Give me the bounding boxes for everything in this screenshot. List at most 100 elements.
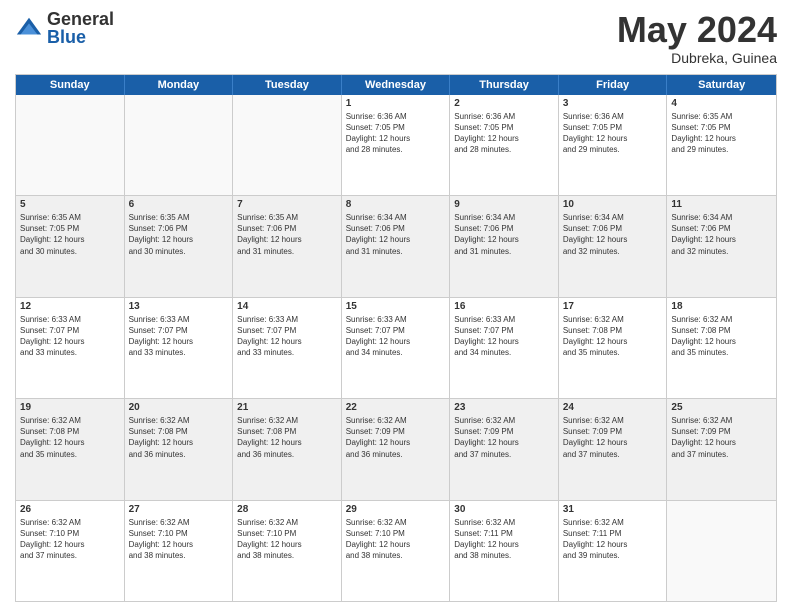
day-details: Sunrise: 6:34 AM Sunset: 7:06 PM Dayligh…	[454, 212, 554, 257]
calendar-cell: 24 Sunrise: 6:32 AM Sunset: 7:09 PM Dayli…	[559, 399, 668, 499]
calendar-cell: 11 Sunrise: 6:34 AM Sunset: 7:06 PM Dayli…	[667, 196, 776, 296]
calendar-cell: 31 Sunrise: 6:32 AM Sunset: 7:11 PM Dayli…	[559, 501, 668, 601]
day-number: 12	[20, 301, 120, 312]
day-number: 6	[129, 199, 229, 210]
day-number: 4	[671, 98, 772, 109]
calendar-cell: 16 Sunrise: 6:33 AM Sunset: 7:07 PM Dayli…	[450, 298, 559, 398]
day-number: 30	[454, 504, 554, 515]
calendar-row: 12 Sunrise: 6:33 AM Sunset: 7:07 PM Dayli…	[16, 298, 776, 399]
page: General Blue May 2024 Dubreka, Guinea Su…	[0, 0, 792, 612]
calendar-cell: 1Sunrise: 6:36 AM Sunset: 7:05 PM Daylig…	[342, 95, 451, 195]
day-number: 17	[563, 301, 663, 312]
day-details: Sunrise: 6:33 AM Sunset: 7:07 PM Dayligh…	[454, 314, 554, 359]
day-number: 13	[129, 301, 229, 312]
calendar-cell: 8 Sunrise: 6:34 AM Sunset: 7:06 PM Daylig…	[342, 196, 451, 296]
calendar: SundayMondayTuesdayWednesdayThursdayFrid…	[15, 74, 777, 602]
day-number: 31	[563, 504, 663, 515]
day-number: 16	[454, 301, 554, 312]
calendar-cell: 12 Sunrise: 6:33 AM Sunset: 7:07 PM Dayli…	[16, 298, 125, 398]
day-details: Sunrise: 6:32 AM Sunset: 7:10 PM Dayligh…	[346, 517, 446, 562]
day-details: Sunrise: 6:32 AM Sunset: 7:08 PM Dayligh…	[237, 415, 337, 460]
day-details: Sunrise: 6:32 AM Sunset: 7:08 PM Dayligh…	[129, 415, 229, 460]
month-title: May 2024	[617, 10, 777, 50]
calendar-row: 26 Sunrise: 6:32 AM Sunset: 7:10 PM Dayli…	[16, 501, 776, 601]
header-day: Wednesday	[342, 75, 451, 95]
day-number: 14	[237, 301, 337, 312]
calendar-cell: 25 Sunrise: 6:32 AM Sunset: 7:09 PM Dayli…	[667, 399, 776, 499]
day-details: Sunrise: 6:34 AM Sunset: 7:06 PM Dayligh…	[346, 212, 446, 257]
day-number: 1	[346, 98, 446, 109]
calendar-cell: 2Sunrise: 6:36 AM Sunset: 7:05 PM Daylig…	[450, 95, 559, 195]
calendar-cell: 3Sunrise: 6:36 AM Sunset: 7:05 PM Daylig…	[559, 95, 668, 195]
day-number: 22	[346, 402, 446, 413]
day-details: Sunrise: 6:32 AM Sunset: 7:10 PM Dayligh…	[129, 517, 229, 562]
day-number: 26	[20, 504, 120, 515]
day-details: Sunrise: 6:35 AM Sunset: 7:05 PM Dayligh…	[20, 212, 120, 257]
day-details: Sunrise: 6:33 AM Sunset: 7:07 PM Dayligh…	[237, 314, 337, 359]
day-details: Sunrise: 6:35 AM Sunset: 7:06 PM Dayligh…	[129, 212, 229, 257]
day-details: Sunrise: 6:32 AM Sunset: 7:08 PM Dayligh…	[563, 314, 663, 359]
day-number: 23	[454, 402, 554, 413]
calendar-cell: 5 Sunrise: 6:35 AM Sunset: 7:05 PM Daylig…	[16, 196, 125, 296]
calendar-cell: 9 Sunrise: 6:34 AM Sunset: 7:06 PM Daylig…	[450, 196, 559, 296]
day-details: Sunrise: 6:32 AM Sunset: 7:11 PM Dayligh…	[454, 517, 554, 562]
day-details: Sunrise: 6:33 AM Sunset: 7:07 PM Dayligh…	[129, 314, 229, 359]
day-number: 7	[237, 199, 337, 210]
calendar-row: 5 Sunrise: 6:35 AM Sunset: 7:05 PM Daylig…	[16, 196, 776, 297]
day-details: Sunrise: 6:32 AM Sunset: 7:08 PM Dayligh…	[671, 314, 772, 359]
logo-general: General	[47, 10, 114, 28]
calendar-cell: 26Sunrise: 6:32 AM Sunset: 7:10 PM Dayli…	[16, 501, 125, 601]
calendar-cell: 4Sunrise: 6:35 AM Sunset: 7:05 PM Daylig…	[667, 95, 776, 195]
calendar-cell: 18 Sunrise: 6:32 AM Sunset: 7:08 PM Dayli…	[667, 298, 776, 398]
day-number: 15	[346, 301, 446, 312]
header: General Blue May 2024 Dubreka, Guinea	[15, 10, 777, 66]
day-details: Sunrise: 6:32 AM Sunset: 7:10 PM Dayligh…	[237, 517, 337, 562]
header-day: Thursday	[450, 75, 559, 95]
calendar-cell: 22 Sunrise: 6:32 AM Sunset: 7:09 PM Dayli…	[342, 399, 451, 499]
calendar-cell	[16, 95, 125, 195]
calendar-cell	[233, 95, 342, 195]
day-details: Sunrise: 6:32 AM Sunset: 7:09 PM Dayligh…	[671, 415, 772, 460]
header-day: Friday	[559, 75, 668, 95]
calendar-cell: 15 Sunrise: 6:33 AM Sunset: 7:07 PM Dayli…	[342, 298, 451, 398]
day-number: 20	[129, 402, 229, 413]
calendar-cell: 20 Sunrise: 6:32 AM Sunset: 7:08 PM Dayli…	[125, 399, 234, 499]
day-details: Sunrise: 6:32 AM Sunset: 7:09 PM Dayligh…	[563, 415, 663, 460]
calendar-cell: 23 Sunrise: 6:32 AM Sunset: 7:09 PM Dayli…	[450, 399, 559, 499]
calendar-cell: 17 Sunrise: 6:32 AM Sunset: 7:08 PM Dayli…	[559, 298, 668, 398]
calendar-cell: 10Sunrise: 6:34 AM Sunset: 7:06 PM Dayli…	[559, 196, 668, 296]
day-number: 11	[671, 199, 772, 210]
calendar-cell: 19Sunrise: 6:32 AM Sunset: 7:08 PM Dayli…	[16, 399, 125, 499]
title-area: May 2024 Dubreka, Guinea	[617, 10, 777, 66]
header-day: Sunday	[16, 75, 125, 95]
day-number: 5	[20, 199, 120, 210]
day-details: Sunrise: 6:36 AM Sunset: 7:05 PM Dayligh…	[454, 111, 554, 156]
day-number: 8	[346, 199, 446, 210]
logo: General Blue	[15, 10, 114, 46]
calendar-cell: 28 Sunrise: 6:32 AM Sunset: 7:10 PM Dayli…	[233, 501, 342, 601]
day-number: 3	[563, 98, 663, 109]
day-details: Sunrise: 6:32 AM Sunset: 7:11 PM Dayligh…	[563, 517, 663, 562]
day-details: Sunrise: 6:32 AM Sunset: 7:09 PM Dayligh…	[454, 415, 554, 460]
day-number: 24	[563, 402, 663, 413]
day-number: 27	[129, 504, 229, 515]
logo-icon	[15, 14, 43, 42]
day-details: Sunrise: 6:33 AM Sunset: 7:07 PM Dayligh…	[346, 314, 446, 359]
day-number: 9	[454, 199, 554, 210]
day-details: Sunrise: 6:34 AM Sunset: 7:06 PM Dayligh…	[671, 212, 772, 257]
day-number: 28	[237, 504, 337, 515]
day-details: Sunrise: 6:34 AM Sunset: 7:06 PM Dayligh…	[563, 212, 663, 257]
logo-text: General Blue	[47, 10, 114, 46]
calendar-cell	[667, 501, 776, 601]
day-details: Sunrise: 6:35 AM Sunset: 7:06 PM Dayligh…	[237, 212, 337, 257]
day-number: 25	[671, 402, 772, 413]
calendar-cell: 29Sunrise: 6:32 AM Sunset: 7:10 PM Dayli…	[342, 501, 451, 601]
header-day: Monday	[125, 75, 234, 95]
day-details: Sunrise: 6:33 AM Sunset: 7:07 PM Dayligh…	[20, 314, 120, 359]
day-number: 18	[671, 301, 772, 312]
subtitle: Dubreka, Guinea	[617, 50, 777, 66]
header-day: Tuesday	[233, 75, 342, 95]
calendar-cell: 21Sunrise: 6:32 AM Sunset: 7:08 PM Dayli…	[233, 399, 342, 499]
day-details: Sunrise: 6:32 AM Sunset: 7:09 PM Dayligh…	[346, 415, 446, 460]
calendar-body: 1 Sunrise: 6:36 AM Sunset: 7:05 PM Daylig…	[16, 95, 776, 601]
